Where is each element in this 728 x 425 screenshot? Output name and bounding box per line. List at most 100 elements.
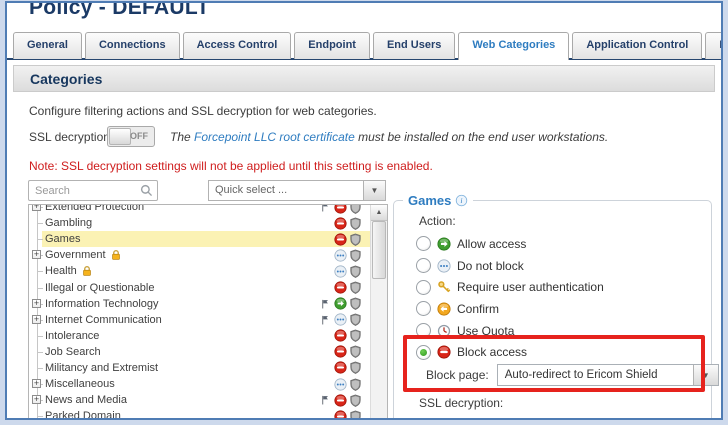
tree-item-news-and-media[interactable]: +News and Media — [29, 392, 371, 408]
shield-icon — [349, 329, 362, 342]
shield-icon — [349, 297, 362, 310]
expand-toggle-icon[interactable]: + — [32, 299, 41, 308]
action-option-do-not-block[interactable]: Do not block — [416, 255, 604, 277]
tree-item-job-search[interactable]: Job Search — [29, 344, 371, 360]
tab-connections[interactable]: Connections — [85, 32, 180, 59]
category-search[interactable] — [28, 180, 158, 201]
block-icon — [334, 410, 347, 419]
svg-text:i: i — [461, 196, 463, 205]
tree-item-intolerance[interactable]: Intolerance — [29, 328, 371, 344]
section-header-bar: Categories — [13, 65, 715, 92]
do-not-block-icon — [437, 259, 451, 273]
ssl-decryption-toggle[interactable]: OFF — [107, 126, 155, 147]
shield-icon — [349, 361, 362, 374]
tree-item-illegal-or-questionable[interactable]: Illegal or Questionable — [29, 279, 371, 295]
action-option-block-access[interactable]: Block access — [416, 341, 604, 363]
page-title: Policy - DEFAULT — [29, 1, 210, 20]
info-icon[interactable]: i — [455, 194, 468, 207]
expand-toggle-icon[interactable]: + — [32, 250, 41, 259]
shield-icon — [349, 313, 362, 326]
expand-toggle-icon[interactable]: + — [32, 379, 41, 388]
radio-button[interactable] — [416, 345, 431, 360]
chevron-down-icon[interactable]: ▼ — [693, 365, 718, 385]
tab-file-blocking[interactable]: File Blocking — [705, 32, 721, 59]
note-prefix: The — [170, 130, 194, 144]
flag-icon — [320, 204, 331, 213]
detail-ssl-decryption-label: SSL decryption: — [419, 396, 503, 410]
radio-button[interactable] — [416, 301, 431, 316]
radio-button[interactable] — [416, 323, 431, 338]
do-not-block-icon — [334, 265, 347, 278]
tab-endpoint[interactable]: Endpoint — [294, 32, 370, 59]
expand-toggle-icon[interactable]: + — [32, 395, 41, 404]
action-option-allow-access[interactable]: Allow access — [416, 233, 604, 255]
block-page-label: Block page: — [426, 368, 489, 382]
tree-item-gambling[interactable]: Gambling — [29, 215, 371, 231]
expand-toggle-icon[interactable]: + — [32, 315, 41, 324]
tab-web-categories[interactable]: Web Categories — [458, 32, 569, 60]
quick-select-dropdown[interactable]: Quick select ... ▼ — [208, 180, 386, 201]
ssl-decryption-label: SSL decryption: — [29, 130, 113, 144]
category-label: Games — [42, 233, 80, 245]
flag-icon — [320, 298, 331, 310]
radio-button[interactable] — [416, 258, 431, 273]
quota-icon — [437, 324, 451, 338]
tree-item-health[interactable]: Health — [29, 263, 371, 279]
shield-icon — [349, 394, 362, 407]
block-icon — [334, 329, 347, 342]
block-icon — [334, 233, 347, 246]
detail-legend: Games i — [403, 193, 473, 208]
section-description: Configure filtering actions and SSL decr… — [29, 104, 377, 118]
root-certificate-link[interactable]: Forcepoint LLC root certificate — [194, 130, 355, 144]
action-option-confirm[interactable]: Confirm — [416, 298, 604, 320]
tab-general[interactable]: General — [13, 32, 82, 59]
tree-item-parked-domain[interactable]: Parked Domain — [29, 408, 371, 419]
toggle-knob[interactable] — [109, 128, 131, 145]
scrollbar-thumb[interactable] — [372, 221, 386, 279]
shield-icon — [349, 378, 362, 391]
shield-icon — [349, 265, 362, 278]
tree-item-government[interactable]: +Government — [29, 247, 371, 263]
lock-icon — [110, 249, 122, 261]
category-label: News and Media — [42, 394, 127, 406]
tree-item-miscellaneous[interactable]: +Miscellaneous — [29, 376, 371, 392]
category-label: Militancy and Extremist — [42, 362, 158, 374]
category-label: Government — [42, 249, 106, 261]
lock-icon — [81, 265, 93, 277]
scrollbar-up-icon[interactable]: ▲ — [371, 205, 387, 221]
tab-application-control[interactable]: Application Control — [572, 32, 702, 59]
block-icon — [334, 345, 347, 358]
tree-item-information-technology[interactable]: +Information Technology — [29, 296, 371, 312]
do-not-block-icon — [334, 249, 347, 262]
block-icon — [334, 394, 347, 407]
option-label: Block access — [457, 345, 527, 359]
tree-scrollbar[interactable]: ▲ — [370, 205, 387, 418]
radio-button[interactable] — [416, 280, 431, 295]
chevron-down-icon[interactable]: ▼ — [363, 181, 385, 200]
block-page-dropdown[interactable]: Auto-redirect to Ericom Shield ▼ — [497, 364, 719, 386]
radio-button[interactable] — [416, 236, 431, 251]
tree-item-internet-communication[interactable]: +Internet Communication — [29, 312, 371, 328]
tree-item-games[interactable]: Games — [29, 231, 371, 247]
tab-access-control[interactable]: Access Control — [183, 32, 292, 59]
search-input[interactable] — [29, 185, 139, 197]
ssl-warning-note: Note: SSL decryption settings will not b… — [29, 159, 433, 173]
option-label: Use Quota — [457, 324, 514, 338]
tree-rows: +Extended ProtectionGamblingGames+Govern… — [29, 204, 371, 419]
category-label: Internet Communication — [42, 314, 162, 326]
tree-item-extended-protection[interactable]: +Extended Protection — [29, 204, 371, 215]
action-label: Action: — [419, 214, 456, 228]
tab-end-users[interactable]: End Users — [373, 32, 455, 59]
block-page-row: Block page: Auto-redirect to Ericom Shie… — [426, 364, 719, 386]
shield-icon — [349, 410, 362, 419]
expand-toggle-icon[interactable]: + — [32, 204, 41, 211]
action-option-require-user-authentication[interactable]: Require user authentication — [416, 276, 604, 298]
search-icon — [139, 183, 154, 198]
tab-bar: GeneralConnectionsAccess ControlEndpoint… — [13, 32, 721, 60]
option-label: Require user authentication — [457, 280, 604, 294]
shield-icon — [349, 345, 362, 358]
tree-item-militancy-and-extremist[interactable]: Militancy and Extremist — [29, 360, 371, 376]
key-icon — [437, 280, 451, 294]
shield-icon — [349, 249, 362, 262]
action-option-use-quota[interactable]: Use Quota — [416, 320, 604, 342]
